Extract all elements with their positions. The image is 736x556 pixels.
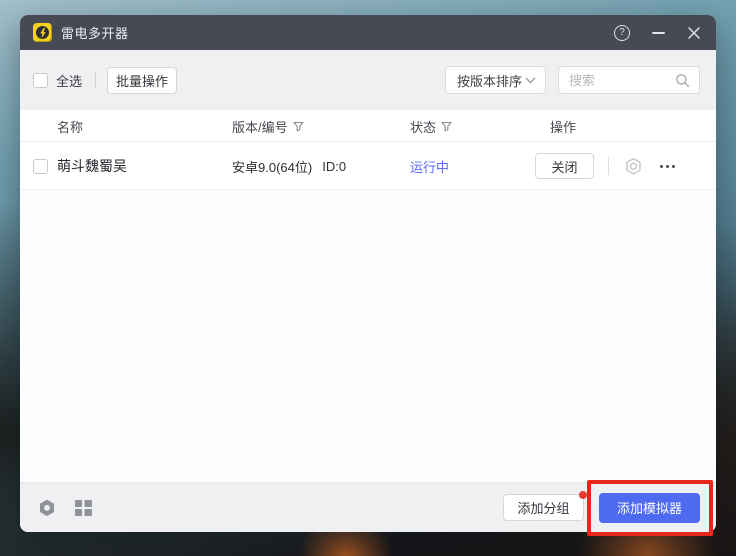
filter-icon[interactable] <box>441 121 452 132</box>
toolbar: 全选 批量操作 按版本排序 <box>20 50 716 110</box>
more-actions-button[interactable] <box>658 159 677 174</box>
table-header: 名称 版本/编号 状态 操作 <box>20 110 716 142</box>
column-header-version: 版本/编号 <box>232 110 304 142</box>
column-header-name: 名称 <box>57 110 83 142</box>
desktop-wallpaper: 雷电多开器 ? 全选 批量操作 按版本排序 <box>0 0 736 556</box>
more-dots-icon <box>660 165 663 168</box>
app-window: 雷电多开器 ? 全选 批量操作 按版本排序 <box>20 15 716 532</box>
add-group-button[interactable]: 添加分组 <box>503 494 584 521</box>
select-all-checkbox[interactable] <box>33 73 48 88</box>
add-group-label: 添加分组 <box>517 498 569 517</box>
close-button[interactable] <box>684 23 704 43</box>
search-box <box>558 66 700 94</box>
row-actions: 关闭 <box>535 142 677 190</box>
filter-icon[interactable] <box>293 121 304 132</box>
add-emulator-button[interactable]: 添加模拟器 <box>599 493 700 523</box>
search-input[interactable] <box>569 73 675 88</box>
close-emulator-button[interactable]: 关闭 <box>535 153 594 179</box>
column-header-status: 状态 <box>410 110 452 142</box>
help-glyph: ? <box>619 28 625 38</box>
emulator-row[interactable]: 萌斗魏蜀吴 安卓9.0(64位) ID:0 运行中 关闭 <box>20 142 716 190</box>
help-button[interactable]: ? <box>612 23 632 43</box>
emulator-name: 萌斗魏蜀吴 <box>57 142 127 190</box>
emulator-version: 安卓9.0(64位) <box>232 157 312 176</box>
search-icon[interactable] <box>675 73 690 88</box>
emulator-version-cell: 安卓9.0(64位) ID:0 <box>232 142 346 190</box>
lightning-bolt-icon <box>39 28 47 38</box>
toolbar-divider <box>95 72 96 89</box>
column-header-status-label: 状态 <box>410 117 436 136</box>
global-settings-button[interactable] <box>36 497 58 519</box>
grid-icon <box>74 498 93 517</box>
emulator-id: ID:0 <box>322 159 346 174</box>
emulator-settings-button[interactable] <box>622 155 644 177</box>
red-dot-badge <box>579 491 587 499</box>
chevron-down-icon <box>525 77 536 84</box>
column-header-version-label: 版本/编号 <box>232 117 288 136</box>
close-icon <box>687 26 701 40</box>
batch-operations-button[interactable]: 批量操作 <box>107 67 177 94</box>
minimize-button[interactable] <box>648 23 668 43</box>
empty-list-area <box>20 190 716 482</box>
emulator-status-badge: 运行中 <box>410 142 449 190</box>
minimize-icon <box>652 32 665 34</box>
app-logo-icon <box>33 23 52 42</box>
gear-icon <box>37 498 57 518</box>
sort-dropdown[interactable]: 按版本排序 <box>445 66 546 94</box>
settings-nut-icon <box>624 157 643 176</box>
layout-grid-button[interactable] <box>72 497 94 519</box>
footer-bar: 添加分组 添加模拟器 <box>20 482 716 532</box>
actions-divider <box>608 157 609 175</box>
help-icon: ? <box>614 25 630 41</box>
titlebar: 雷电多开器 ? <box>20 15 716 50</box>
window-title: 雷电多开器 <box>61 23 129 42</box>
sort-dropdown-value: 按版本排序 <box>457 71 525 90</box>
select-all-label: 全选 <box>56 71 82 90</box>
row-checkbox[interactable] <box>33 159 48 174</box>
row-checkbox-cell <box>33 142 48 190</box>
column-header-actions: 操作 <box>550 110 576 142</box>
